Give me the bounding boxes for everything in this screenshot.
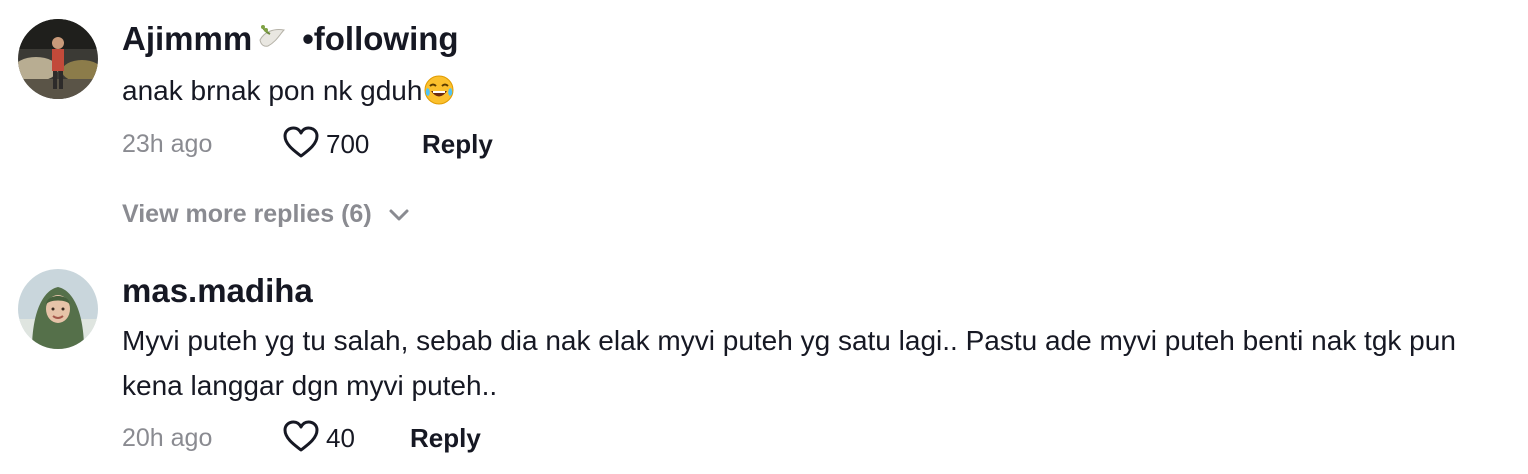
comment-text: Myvi puteh yg tu salah, sebab dia nak el… — [122, 318, 1517, 408]
like-button[interactable]: 700 — [282, 125, 422, 164]
view-more-replies-button[interactable]: View more replies (6) — [122, 200, 410, 229]
reply-button[interactable]: Reply — [422, 129, 493, 160]
comment-text-content: anak brnak pon nk gduh — [122, 75, 423, 106]
timestamp: 20h ago — [122, 423, 213, 452]
username[interactable]: mas.madiha — [122, 272, 313, 310]
like-count: 700 — [326, 128, 370, 159]
dove-emoji-icon — [254, 20, 288, 54]
view-more-replies-label: View more replies (6) — [122, 200, 372, 228]
comment-text-content: Myvi puteh yg tu salah, sebab dia nak el… — [122, 325, 1456, 401]
comment-meta: 20h ago 40 Reply — [122, 420, 481, 456]
following-label: •following — [302, 20, 459, 57]
timestamp: 23h ago — [122, 129, 213, 158]
heart-outline-icon — [282, 419, 320, 458]
avatar[interactable] — [18, 269, 98, 349]
laughing-emoji-icon — [423, 74, 455, 106]
comment-text: anak brnak pon nk gduh — [122, 68, 1517, 113]
username[interactable]: Ajimmm •following — [122, 20, 459, 58]
chevron-down-icon — [372, 200, 410, 229]
heart-outline-icon — [282, 125, 320, 164]
reply-button[interactable]: Reply — [410, 423, 481, 454]
comment-meta: 23h ago 700 Reply — [122, 126, 493, 162]
like-button[interactable]: 40 — [282, 419, 410, 458]
username-text: mas.madiha — [122, 272, 313, 309]
avatar[interactable] — [18, 19, 98, 99]
username-text: Ajimmm — [122, 20, 253, 57]
like-count: 40 — [326, 422, 355, 453]
